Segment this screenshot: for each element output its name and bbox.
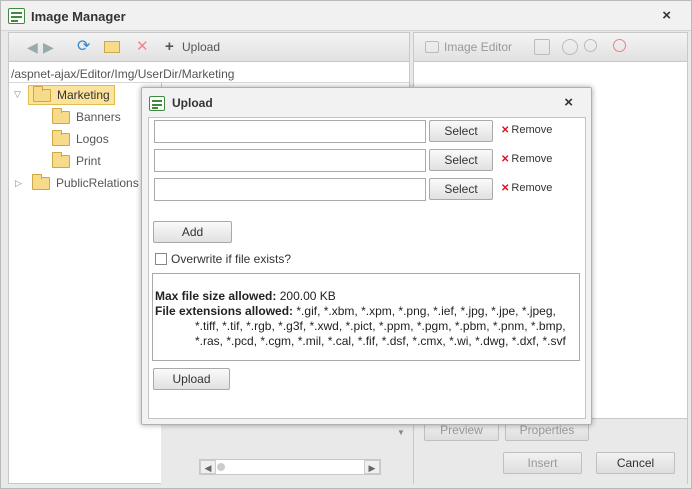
extensions-line-1: *.gif, *.xbm, *.xpm, *.png, *.ief, *.jpg… (296, 304, 556, 318)
overwrite-label: Overwrite if file exists? (171, 252, 292, 266)
overwrite-option[interactable]: Overwrite if file exists? (155, 252, 291, 266)
fit-icon[interactable] (534, 39, 550, 55)
horizontal-scrollbar[interactable]: ◀ ▶ (199, 459, 381, 475)
extensions-row: File extensions allowed: *.gif, *.xbm, *… (155, 304, 575, 349)
collapse-arrow-icon[interactable]: ▽ (14, 89, 21, 100)
max-size-row: Max file size allowed: 200.00 KB (155, 289, 336, 303)
zoom-out-icon[interactable] (613, 39, 626, 52)
zoom-in-icon[interactable] (584, 39, 597, 52)
folder-icon (52, 129, 70, 146)
arrow-right-icon[interactable]: ▶ (43, 39, 54, 55)
image-editor-icon (425, 41, 439, 53)
tree-node-label: PublicRelations (56, 176, 139, 190)
file-input-1[interactable] (154, 120, 426, 143)
preview-toolbar: Image Editor (414, 33, 687, 62)
select-button-3[interactable]: Select (429, 178, 493, 200)
upload-dialog: Upload × Select ✕ Remove Select ✕ Remove S… (141, 87, 592, 425)
tree-node-label: Print (76, 154, 101, 168)
tree-node-marketing[interactable]: Marketing (28, 85, 115, 105)
extensions-line-2: *.tiff, *.tif, *.rgb, *.g3f, *.xwd, *.pi… (195, 319, 566, 333)
max-size-label: Max file size allowed: (155, 289, 277, 303)
select-button-1[interactable]: Select (429, 120, 493, 142)
remove-link-1[interactable]: ✕ Remove (501, 124, 552, 136)
upload-restrictions: Max file size allowed: 200.00 KB File ex… (152, 273, 580, 361)
remove-label: Remove (511, 153, 553, 165)
upload-submit-button[interactable]: Upload (153, 368, 230, 390)
delete-icon[interactable]: ✕ (136, 39, 149, 55)
add-button[interactable]: Add (153, 221, 232, 243)
file-toolbar: ◀ ▶ ⟳ ✕ + Upload (9, 33, 409, 62)
folder-icon (32, 173, 50, 190)
upload-title: Upload (172, 96, 213, 110)
upload-titlebar: Upload × (142, 88, 591, 117)
preview-footer: Preview Properties Insert Cancel (414, 418, 687, 484)
folder-icon (52, 107, 70, 124)
extensions-line-3: *.ras, *.pcd, *.cgm, *.mil, *.cal, *.fif… (195, 334, 566, 348)
tree-node-publicrelations[interactable]: PublicRelations (32, 173, 139, 193)
tree-node-logos[interactable]: Logos (52, 129, 109, 149)
remove-x-icon: ✕ (501, 154, 510, 165)
remove-link-2[interactable]: ✕ Remove (501, 153, 552, 165)
tree-node-banners[interactable]: Banners (52, 107, 121, 127)
file-input-2[interactable] (154, 149, 426, 172)
tree-node-label: Marketing (57, 88, 110, 102)
overwrite-checkbox[interactable] (155, 253, 167, 265)
max-size-value: 200.00 KB (279, 289, 336, 303)
scroll-down-icon[interactable]: ▼ (397, 428, 405, 437)
actual-size-icon[interactable] (562, 39, 578, 55)
cancel-button[interactable]: Cancel (596, 452, 675, 474)
tree-node-label: Logos (76, 132, 109, 146)
tree-node-print[interactable]: Print (52, 151, 101, 171)
arrow-left-icon[interactable]: ◀ (27, 39, 38, 55)
scroll-left-icon[interactable]: ◀ (200, 460, 216, 474)
extensions-label: File extensions allowed: (155, 304, 294, 318)
window-titlebar: Image Manager × (1, 1, 691, 31)
file-input-3[interactable] (154, 178, 426, 201)
close-icon[interactable]: × (564, 94, 573, 111)
upload-body: Select ✕ Remove Select ✕ Remove Select ✕ Re… (148, 117, 586, 419)
scroll-thumb[interactable] (217, 463, 225, 471)
dialog-icon (8, 8, 25, 24)
remove-label: Remove (511, 124, 553, 136)
remove-x-icon: ✕ (501, 183, 510, 194)
remove-link-3[interactable]: ✕ Remove (501, 182, 552, 194)
refresh-icon[interactable]: ⟳ (77, 39, 90, 55)
folder-icon (52, 151, 70, 168)
expand-arrow-icon[interactable]: ▷ (15, 178, 22, 189)
remove-x-icon: ✕ (501, 125, 510, 136)
scroll-right-icon[interactable]: ▶ (364, 460, 380, 474)
new-folder-icon[interactable] (104, 41, 120, 53)
image-editor-button[interactable]: Image Editor (444, 40, 512, 54)
close-icon[interactable]: × (662, 7, 671, 24)
toolbar-upload-button[interactable]: Upload (182, 40, 220, 54)
plus-icon: + (165, 38, 174, 55)
select-button-2[interactable]: Select (429, 149, 493, 171)
window-title: Image Manager (31, 9, 126, 24)
remove-label: Remove (511, 182, 553, 194)
folder-icon (33, 85, 51, 102)
tree-node-label: Banners (76, 110, 121, 124)
path-breadcrumb: /aspnet-ajax/Editor/Img/UserDir/Marketin… (9, 63, 409, 83)
insert-button[interactable]: Insert (503, 452, 582, 474)
dialog-icon (149, 96, 165, 111)
